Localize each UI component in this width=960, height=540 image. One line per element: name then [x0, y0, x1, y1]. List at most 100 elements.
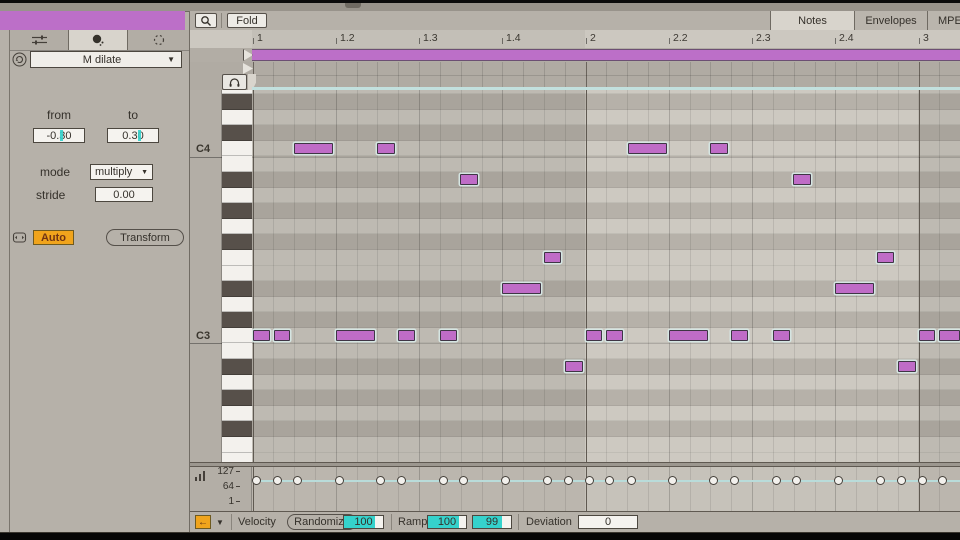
- midi-note[interactable]: [440, 330, 457, 341]
- velocity-marker[interactable]: [918, 476, 927, 485]
- velocity-marker[interactable]: [397, 476, 406, 485]
- velocity-marker[interactable]: [439, 476, 448, 485]
- mode-selector[interactable]: multiply ▼: [90, 164, 153, 180]
- piano-key[interactable]: [222, 359, 252, 375]
- midi-note[interactable]: [377, 143, 395, 154]
- midi-note[interactable]: [773, 330, 790, 341]
- piano-key[interactable]: [222, 125, 252, 141]
- piano-key[interactable]: [222, 328, 252, 344]
- preset-selector[interactable]: M dilate ▼: [30, 51, 182, 68]
- piano-key[interactable]: [222, 421, 252, 437]
- tab-transform[interactable]: [69, 30, 128, 50]
- velocity-marker[interactable]: [792, 476, 801, 485]
- midi-note[interactable]: [898, 361, 916, 372]
- piano-key[interactable]: [222, 250, 252, 266]
- midi-note[interactable]: [398, 330, 415, 341]
- tab-controls[interactable]: [10, 30, 69, 50]
- midi-note[interactable]: [565, 361, 583, 372]
- velocity-marker[interactable]: [273, 476, 282, 485]
- preset-reload-icon[interactable]: [12, 52, 27, 67]
- from-field[interactable]: -0.30: [33, 128, 85, 143]
- piano-key[interactable]: [222, 375, 252, 391]
- piano-key[interactable]: [222, 141, 252, 157]
- piano-key[interactable]: [222, 406, 252, 422]
- velocity-marker[interactable]: [897, 476, 906, 485]
- preview-headphone-button[interactable]: [222, 74, 247, 90]
- velocity-marker[interactable]: [834, 476, 843, 485]
- piano-key[interactable]: [222, 266, 252, 282]
- tab-mpe[interactable]: MPE: [928, 11, 960, 30]
- velocity-marker[interactable]: [730, 476, 739, 485]
- velocity-marker[interactable]: [459, 476, 468, 485]
- piano-key[interactable]: [222, 312, 252, 328]
- velocity-marker[interactable]: [938, 476, 947, 485]
- fold-button[interactable]: Fold: [227, 13, 267, 28]
- velocity-marker[interactable]: [376, 476, 385, 485]
- midi-note[interactable]: [628, 143, 667, 154]
- tab-notes[interactable]: Notes: [770, 11, 855, 30]
- velocity-marker[interactable]: [772, 476, 781, 485]
- piano-key[interactable]: [222, 297, 252, 313]
- piano-key[interactable]: [222, 219, 252, 235]
- velocity-marker[interactable]: [543, 476, 552, 485]
- midi-note[interactable]: [877, 252, 894, 263]
- randomize-amount-field[interactable]: 100: [343, 515, 384, 529]
- to-field[interactable]: 0.30: [107, 128, 159, 143]
- auto-button[interactable]: Auto: [33, 230, 74, 245]
- velocity-marker[interactable]: [252, 476, 261, 485]
- piano-key[interactable]: [222, 390, 252, 406]
- piano-key[interactable]: [222, 172, 252, 188]
- velocity-marker[interactable]: [709, 476, 718, 485]
- midi-note[interactable]: [586, 330, 602, 341]
- midi-note[interactable]: [274, 330, 290, 341]
- piano-key[interactable]: [222, 188, 252, 204]
- midi-note[interactable]: [253, 330, 270, 341]
- velocity-marker[interactable]: [585, 476, 594, 485]
- piano-key[interactable]: [222, 343, 252, 359]
- ramp-to-field[interactable]: 99: [472, 515, 512, 529]
- lane-dropdown-button[interactable]: ▼: [213, 515, 227, 529]
- deviation-field[interactable]: 0: [578, 515, 638, 529]
- midi-note[interactable]: [793, 174, 811, 185]
- ramp-from-field[interactable]: 100: [427, 515, 467, 529]
- piano-key[interactable]: [222, 110, 252, 126]
- note-grid[interactable]: [252, 90, 960, 462]
- velocity-marker[interactable]: [335, 476, 344, 485]
- transform-button[interactable]: Transform: [106, 229, 184, 246]
- piano-key[interactable]: [222, 437, 252, 453]
- piano-key[interactable]: [222, 234, 252, 250]
- midi-note[interactable]: [731, 330, 748, 341]
- velocity-marker[interactable]: [605, 476, 614, 485]
- scrub-band[interactable]: [190, 62, 960, 90]
- lane-selector-icon[interactable]: [194, 471, 206, 481]
- tab-generate[interactable]: [128, 30, 190, 50]
- midi-note[interactable]: [835, 283, 874, 294]
- velocity-marker[interactable]: [501, 476, 510, 485]
- piano-key[interactable]: [222, 94, 252, 110]
- zoom-search-button[interactable]: [195, 13, 217, 28]
- midi-note[interactable]: [502, 283, 541, 294]
- stride-field[interactable]: 0.00: [95, 187, 153, 202]
- piano-key[interactable]: [222, 281, 252, 297]
- velocity-marker[interactable]: [627, 476, 636, 485]
- midi-note[interactable]: [544, 252, 561, 263]
- piano-key[interactable]: [222, 203, 252, 219]
- piano-key[interactable]: [222, 453, 252, 462]
- velocity-marker[interactable]: [564, 476, 573, 485]
- beat-time-ruler[interactable]: 11.21.31.422.22.32.43: [190, 30, 960, 48]
- midi-note[interactable]: [294, 143, 333, 154]
- midi-note[interactable]: [460, 174, 478, 185]
- velocity-marker[interactable]: [668, 476, 677, 485]
- tab-envelopes[interactable]: Envelopes: [855, 11, 928, 30]
- midi-note[interactable]: [919, 330, 935, 341]
- midi-note[interactable]: [606, 330, 623, 341]
- midi-note[interactable]: [669, 330, 708, 341]
- midi-note[interactable]: [710, 143, 728, 154]
- lane-add-button[interactable]: ←: [195, 515, 211, 529]
- auto-loop-icon[interactable]: [12, 230, 27, 245]
- midi-note[interactable]: [939, 330, 960, 341]
- velocity-marker[interactable]: [293, 476, 302, 485]
- piano-key[interactable]: [222, 157, 252, 173]
- velocity-lane[interactable]: [252, 467, 960, 511]
- midi-note[interactable]: [336, 330, 375, 341]
